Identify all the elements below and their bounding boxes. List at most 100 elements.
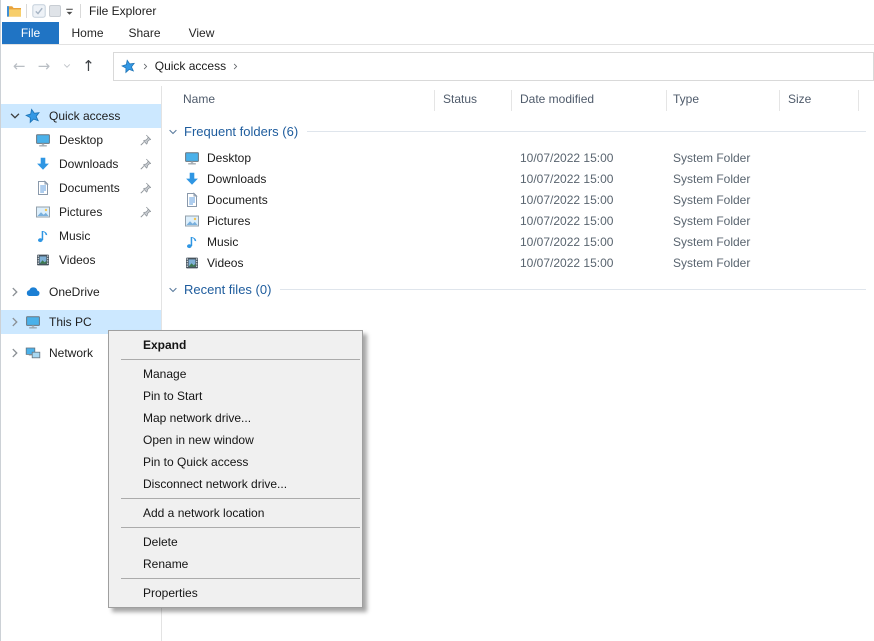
- file-date-modified: 10/07/2022 15:00: [520, 256, 673, 270]
- menu-item-pin-to-start[interactable]: Pin to Start: [109, 385, 362, 407]
- menu-item-manage[interactable]: Manage: [109, 363, 362, 385]
- sidebar-item-quick-access[interactable]: Quick access: [1, 104, 161, 128]
- music-icon: [35, 228, 51, 244]
- menu-item-disconnect-network-drive[interactable]: Disconnect network drive...: [109, 473, 362, 495]
- column-header-date-modified[interactable]: Date modified: [520, 92, 594, 108]
- chevron-down-icon[interactable]: [167, 284, 179, 296]
- column-divider[interactable]: [858, 90, 859, 111]
- menu-item-open-in-new-window[interactable]: Open in new window: [109, 429, 362, 451]
- sidebar-item-music[interactable]: Music: [1, 224, 161, 248]
- breadcrumb-chevron-icon[interactable]: [141, 62, 150, 71]
- quick-access-star-icon: [25, 108, 41, 124]
- titlebar-divider: [80, 4, 81, 18]
- downloads-icon: [184, 171, 200, 187]
- sidebar-item-videos[interactable]: Videos: [1, 248, 161, 272]
- file-name: Documents: [207, 193, 268, 207]
- tab-view[interactable]: View: [173, 22, 230, 44]
- column-divider[interactable]: [779, 90, 780, 111]
- file-name: Downloads: [207, 172, 266, 186]
- file-row-documents[interactable]: Documents 10/07/2022 15:00 System Folder: [184, 189, 791, 210]
- column-divider[interactable]: [666, 90, 667, 111]
- quick-access-star-icon[interactable]: [121, 59, 136, 74]
- ribbon-tab-bar: File Home Share View: [2, 22, 874, 45]
- file-row-downloads[interactable]: Downloads 10/07/2022 15:00 System Folder: [184, 168, 791, 189]
- chevron-down-icon[interactable]: [8, 109, 22, 123]
- title-bar: File Explorer: [1, 0, 874, 22]
- sidebar-item-documents[interactable]: Documents: [1, 176, 161, 200]
- tab-share[interactable]: Share: [116, 22, 173, 44]
- menu-item-map-network-drive[interactable]: Map network drive...: [109, 407, 362, 429]
- group-header-label: Frequent folders (6): [184, 124, 298, 139]
- desktop-icon: [184, 150, 200, 166]
- forward-arrow-icon[interactable]: →: [38, 59, 51, 74]
- music-icon: [184, 234, 200, 250]
- column-header-size[interactable]: Size: [788, 92, 811, 108]
- tab-file[interactable]: File: [2, 22, 59, 44]
- menu-separator: [121, 359, 360, 360]
- file-explorer-window: File Explorer File Home Share View ← → ↑…: [0, 0, 874, 641]
- pictures-icon: [184, 213, 200, 229]
- file-type: System Folder: [673, 214, 791, 228]
- network-icon: [25, 345, 41, 361]
- sidebar-item-pictures[interactable]: Pictures: [1, 200, 161, 224]
- group-header-recent-files[interactable]: Recent files (0): [167, 282, 866, 297]
- this-pc-monitor-icon: [25, 314, 41, 330]
- qat-properties-icon[interactable]: [31, 3, 47, 19]
- sidebar-item-onedrive[interactable]: OneDrive: [1, 280, 161, 304]
- recent-locations-dropdown-icon[interactable]: [62, 61, 72, 71]
- sidebar-item-label: Network: [49, 346, 93, 360]
- menu-item-rename[interactable]: Rename: [109, 553, 362, 575]
- address-bar[interactable]: Quick access: [113, 52, 874, 81]
- column-header-name[interactable]: Name: [183, 92, 215, 108]
- up-arrow-icon[interactable]: ↑: [82, 59, 95, 74]
- file-type: System Folder: [673, 151, 791, 165]
- group-header-rule: [280, 289, 866, 290]
- file-name: Desktop: [207, 151, 251, 165]
- sidebar-item-label: Videos: [59, 253, 95, 267]
- file-row-desktop[interactable]: Desktop 10/07/2022 15:00 System Folder: [184, 147, 791, 168]
- menu-item-add-a-network-location[interactable]: Add a network location: [109, 502, 362, 524]
- column-divider[interactable]: [434, 90, 435, 111]
- qat-customize-dropdown-icon[interactable]: [63, 5, 76, 18]
- sidebar-item-downloads[interactable]: Downloads: [1, 152, 161, 176]
- pin-icon: [139, 206, 152, 219]
- menu-item-properties[interactable]: Properties: [109, 582, 362, 604]
- chevron-down-icon[interactable]: [167, 126, 179, 138]
- window-title: File Explorer: [89, 4, 156, 18]
- file-row-pictures[interactable]: Pictures 10/07/2022 15:00 System Folder: [184, 210, 791, 231]
- group-header-rule: [307, 131, 866, 132]
- file-name: Videos: [207, 256, 243, 270]
- documents-icon: [35, 180, 51, 196]
- context-menu: Expand Manage Pin to Start Map network d…: [108, 330, 363, 608]
- chevron-right-icon[interactable]: [8, 315, 22, 329]
- menu-item-pin-to-quick-access[interactable]: Pin to Quick access: [109, 451, 362, 473]
- videos-icon: [184, 255, 200, 271]
- group-header-label: Recent files (0): [184, 282, 271, 297]
- sidebar-item-label: Downloads: [59, 157, 118, 171]
- column-divider[interactable]: [511, 90, 512, 111]
- file-type: System Folder: [673, 256, 791, 270]
- file-name: Music: [207, 235, 238, 249]
- column-header-type[interactable]: Type: [673, 92, 699, 108]
- chevron-right-icon[interactable]: [8, 285, 22, 299]
- onedrive-cloud-icon: [25, 284, 41, 300]
- column-header-status[interactable]: Status: [443, 92, 477, 108]
- chevron-right-icon[interactable]: [8, 346, 22, 360]
- file-row-videos[interactable]: Videos 10/07/2022 15:00 System Folder: [184, 252, 791, 273]
- tab-home[interactable]: Home: [59, 22, 116, 44]
- sidebar-item-desktop[interactable]: Desktop: [1, 128, 161, 152]
- videos-icon: [35, 252, 51, 268]
- menu-item-delete[interactable]: Delete: [109, 531, 362, 553]
- qat-new-folder-icon[interactable]: [47, 3, 63, 19]
- breadcrumb-chevron-icon[interactable]: [231, 62, 240, 71]
- sidebar-item-label: OneDrive: [49, 285, 100, 299]
- pin-icon: [139, 158, 152, 171]
- menu-item-expand[interactable]: Expand: [109, 334, 362, 356]
- file-explorer-logo-icon[interactable]: [6, 3, 22, 19]
- group-header-frequent-folders[interactable]: Frequent folders (6): [167, 124, 866, 139]
- sidebar-item-label: Desktop: [59, 133, 103, 147]
- file-date-modified: 10/07/2022 15:00: [520, 172, 673, 186]
- breadcrumb-location[interactable]: Quick access: [155, 59, 226, 73]
- back-arrow-icon[interactable]: ←: [13, 59, 26, 74]
- file-row-music[interactable]: Music 10/07/2022 15:00 System Folder: [184, 231, 791, 252]
